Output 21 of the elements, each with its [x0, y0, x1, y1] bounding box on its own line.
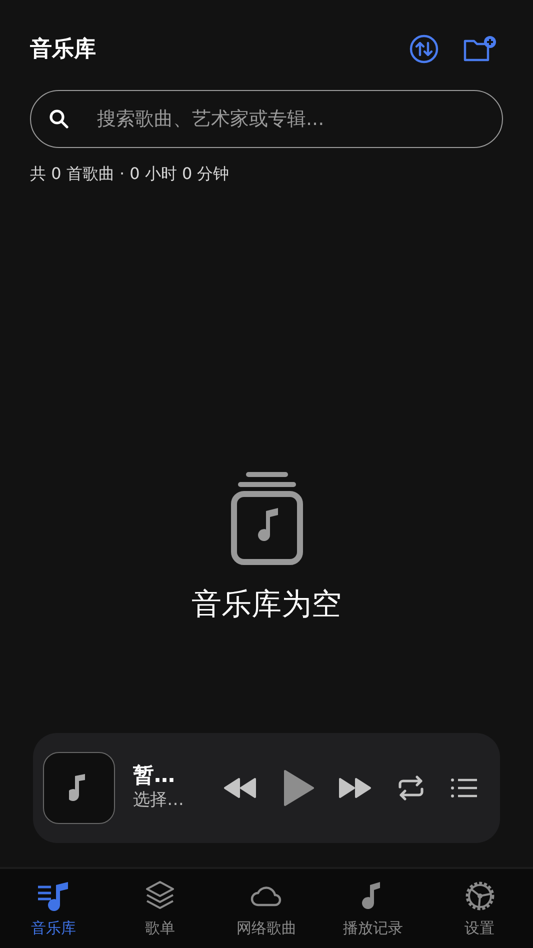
- track-subtitle: 选择…: [133, 788, 185, 812]
- empty-message: 音乐库为空: [192, 586, 342, 624]
- nav-tab[interactable]: 网络歌曲: [213, 869, 320, 948]
- sort-icon[interactable]: [409, 34, 439, 64]
- library-summary: 共 0 首歌曲 · 0 小时 0 分钟: [30, 163, 230, 185]
- nav-tab[interactable]: 音乐库: [0, 869, 107, 948]
- repeat-icon[interactable]: [397, 775, 426, 801]
- nav-tab[interactable]: 歌单: [106, 869, 214, 948]
- track-title: 暂…: [133, 762, 176, 788]
- search-field[interactable]: 搜索歌曲、艺术家或专辑...: [30, 90, 503, 148]
- play-icon[interactable]: [282, 769, 314, 807]
- music-library-icon: [230, 472, 304, 566]
- add-folder-icon[interactable]: [463, 35, 497, 63]
- search-icon: [48, 108, 70, 130]
- queue-icon[interactable]: [450, 777, 478, 799]
- previous-icon[interactable]: [223, 777, 258, 799]
- music-library-icon: [36, 879, 70, 913]
- next-icon[interactable]: [338, 777, 372, 799]
- page-title: 音乐库: [30, 36, 96, 64]
- nav-tab[interactable]: 设置: [426, 869, 533, 948]
- nav-tab[interactable]: 播放记录: [320, 869, 426, 948]
